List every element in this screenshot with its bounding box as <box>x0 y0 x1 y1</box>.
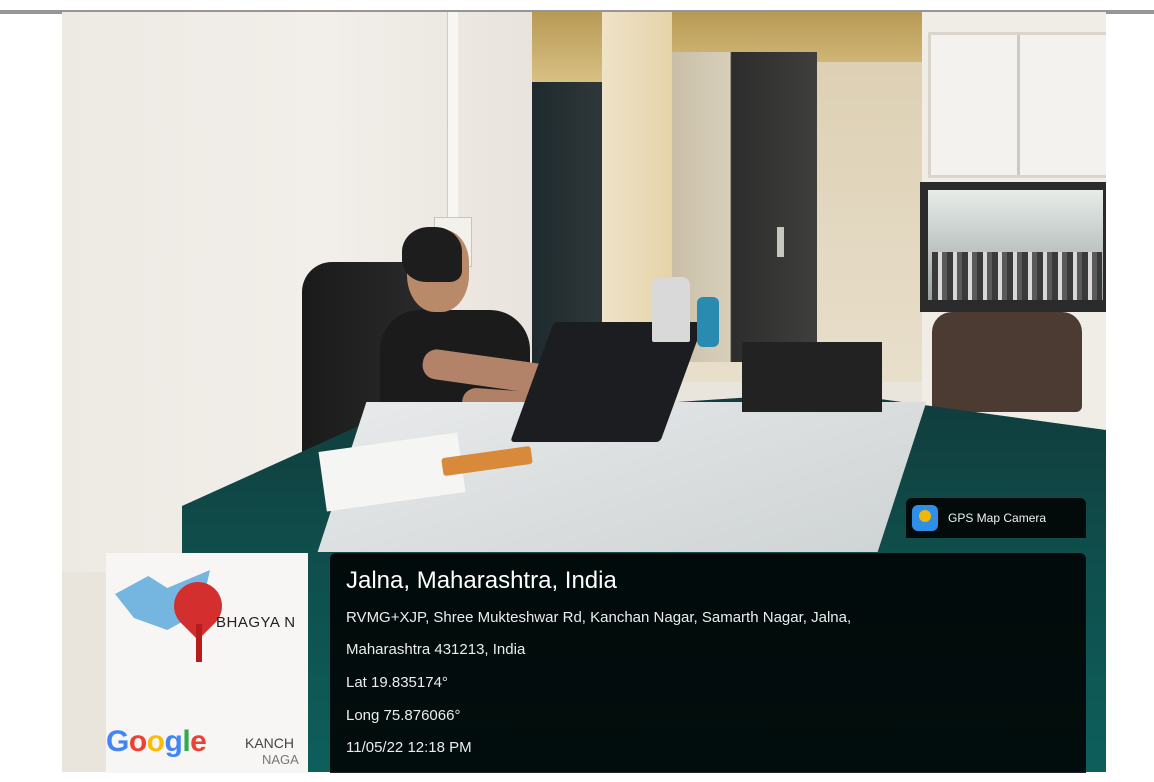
book-stack <box>932 252 1102 300</box>
map-sub-label: KANCH <box>245 735 295 751</box>
google-logo: Google <box>106 725 207 758</box>
longitude: Long 75.876066° <box>346 707 461 724</box>
flask <box>652 277 690 342</box>
location-pin-tail <box>196 624 202 662</box>
map-sub-label: NAGA <box>262 752 299 767</box>
cupboard-handle <box>777 227 784 257</box>
gps-map-camera-icon <box>912 505 938 531</box>
map-area-label: BHAGYA N <box>216 614 296 631</box>
location-title: Jalna, Maharashtra, India <box>346 567 617 594</box>
gps-app-badge: GPS Map Camera <box>906 498 1086 538</box>
address-line: Maharashtra 431213, India <box>346 641 526 658</box>
latitude: Lat 19.835174° <box>346 674 448 691</box>
address-line: RVMG+XJP, Shree Mukteshwar Rd, Kanchan N… <box>346 609 852 626</box>
visitor-chair <box>932 312 1082 412</box>
person-hair <box>402 227 462 282</box>
location-info-panel: Jalna, Maharashtra, India RVMG+XJP, Shre… <box>330 553 1086 773</box>
timestamp: 11/05/22 12:18 PM <box>346 739 472 756</box>
steel-cupboard <box>672 52 817 362</box>
desk-tray <box>742 342 882 412</box>
gps-app-label: GPS Map Camera <box>948 511 1047 525</box>
water-bottle <box>697 297 719 347</box>
wall-cabinet <box>928 32 1106 178</box>
